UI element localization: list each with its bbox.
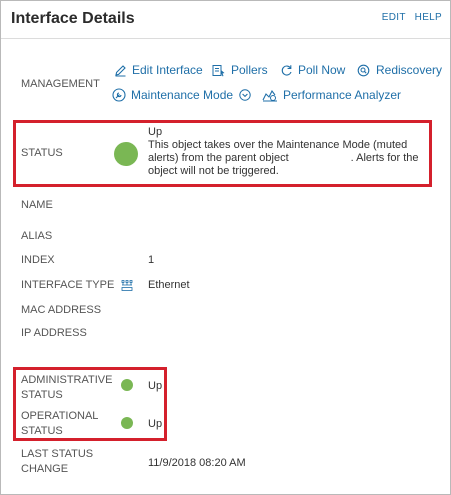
- rediscovery-label: Rediscovery: [376, 63, 443, 77]
- last-status-change-label-line1: LAST STATUS: [21, 448, 94, 460]
- mac-address-label: MAC ADDRESS: [21, 304, 102, 316]
- index-value: 1: [148, 254, 155, 266]
- interface-type-label: INTERFACE TYPE: [21, 279, 115, 291]
- poll-now-label: Poll Now: [298, 63, 346, 77]
- pollers-icon: [212, 64, 225, 76]
- refresh-icon: [281, 64, 292, 76]
- performance-analyzer-label: Performance Analyzer: [283, 88, 402, 102]
- pollers-label: Pollers: [231, 63, 268, 77]
- maintenance-mode-label: Maintenance Mode: [131, 88, 234, 102]
- status-highlight-box: [13, 120, 432, 187]
- edit-interface-button[interactable]: Edit Interface: [114, 63, 203, 77]
- maintenance-mode-dropdown[interactable]: Maintenance Mode: [112, 88, 251, 102]
- last-status-change-value: 11/9/2018 08:20 AM: [148, 457, 246, 469]
- admin-oper-highlight-box: [13, 367, 167, 441]
- rediscovery-button[interactable]: Rediscovery: [357, 63, 442, 77]
- edit-link[interactable]: EDIT: [382, 12, 406, 23]
- pencil-icon: [115, 64, 126, 76]
- header-links: EDIT HELP: [376, 12, 442, 23]
- edit-interface-label: Edit Interface: [132, 63, 203, 77]
- poll-now-button[interactable]: Poll Now: [280, 63, 345, 77]
- ethernet-icon: [121, 280, 133, 291]
- last-status-change-label-line2: CHANGE: [21, 463, 69, 475]
- performance-analyzer-icon: [262, 89, 277, 102]
- index-label: INDEX: [21, 254, 55, 266]
- panel-title: Interface Details: [11, 10, 135, 27]
- alias-label: ALIAS: [21, 230, 53, 242]
- name-label: NAME: [21, 199, 53, 211]
- interface-details-panel: Interface Details EDIT HELP MANAGEMENT E…: [0, 0, 451, 495]
- last-status-change-label: LAST STATUS CHANGE: [21, 447, 93, 477]
- rediscovery-icon: [357, 64, 370, 76]
- management-label: MANAGEMENT: [21, 78, 100, 90]
- chevron-down-icon: [239, 89, 251, 101]
- interface-type-value: Ethernet: [148, 279, 190, 291]
- ip-address-label: IP ADDRESS: [21, 327, 87, 339]
- panel-header: Interface Details EDIT HELP: [1, 1, 450, 39]
- maintenance-icon: [112, 88, 126, 102]
- performance-analyzer-button[interactable]: Performance Analyzer: [262, 88, 401, 102]
- help-link[interactable]: HELP: [415, 12, 442, 23]
- pollers-button[interactable]: Pollers: [212, 63, 268, 77]
